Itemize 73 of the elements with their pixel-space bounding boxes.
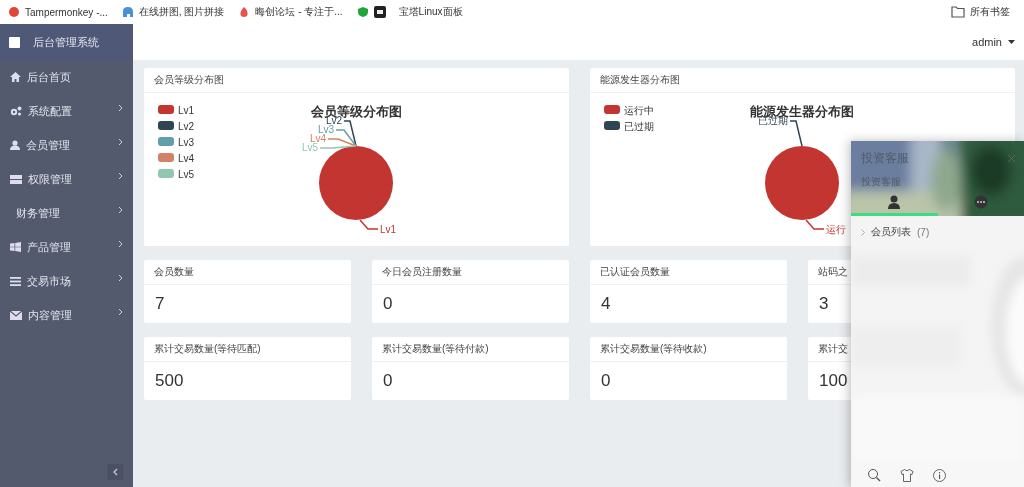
folder-icon [951,6,965,18]
stat-label: 累计交易数量(等待收款) [600,342,707,356]
caret-icon [1008,40,1015,44]
bookmark[interactable]: Tampermonkey -... [8,6,108,18]
menu-item[interactable]: 财务管理 [0,196,133,230]
legend-item[interactable]: 运行中 [604,105,654,116]
server-icon [10,174,22,184]
app-title: 后台管理系统 [33,34,99,50]
menu-item[interactable]: 会员管理 [0,128,133,162]
stat-value: 3 [819,294,829,314]
home-icon [10,72,21,82]
all-bookmarks-button[interactable]: 所有书签 [951,5,1010,19]
shield-icon [356,6,369,18]
chevron-right-icon [118,274,123,282]
chevron-right-icon [118,172,123,180]
stat-value: 4 [601,294,611,314]
windows-icon [10,242,21,252]
slice-label: Lv3 [317,124,334,135]
stat-label: 累计交易数量(等待付款) [382,342,489,356]
chevron-right-icon [118,206,123,214]
user-icon [10,140,20,150]
legend-item[interactable]: Lv4 [158,153,195,164]
bookmark[interactable]: 宝塔Linux面板 [356,5,463,19]
stat-value: 0 [383,371,393,391]
stat-label: 累计交易数量(等待匹配) [154,342,261,356]
stat-value: 100 [819,371,848,391]
search-icon[interactable] [867,468,881,482]
slice-label: Lv4 [309,133,326,144]
collapse-sidebar-button[interactable] [107,464,123,480]
card-title: 能源发生器分布图 [600,73,680,87]
chevron-right-icon [861,228,865,236]
list-icon [10,276,21,286]
stat-value: 0 [383,294,393,314]
flame-icon [238,6,251,18]
stat-label: 累计交 [818,342,848,356]
chevron-right-icon [118,104,123,112]
contact-group[interactable]: 会员列表 (7) [851,216,930,239]
menu-item[interactable]: 后台首页 [0,60,133,94]
legend-item[interactable]: Lv2 [158,121,195,132]
gears-icon [10,106,22,116]
stat-value: 7 [155,294,165,314]
legend-item[interactable]: Lv3 [158,137,195,148]
info-icon[interactable] [933,468,946,482]
slice-label: 运行 [826,224,846,235]
stat-label: 今日会员注册数量 [382,265,462,279]
chevron-right-icon [118,308,123,316]
chevron-right-icon [118,138,123,146]
chevron-left-icon [112,468,118,476]
bt-logo-icon [373,6,386,18]
slice-label: Lv1 [380,224,397,235]
legend-item[interactable]: Lv1 [158,105,195,116]
legend-item[interactable]: Lv5 [158,169,195,180]
menu-item[interactable]: 产品管理 [0,230,133,264]
user-menu[interactable]: admin [972,36,1015,48]
stat-value: 500 [155,371,184,391]
menu-item[interactable]: 内容管理 [0,298,133,332]
card-title: 会员等级分布图 [154,73,224,87]
bookmark[interactable]: 晦创论坛 - 专注于... [238,5,343,19]
menu-item[interactable]: 交易市场 [0,264,133,298]
menu-item[interactable]: 权限管理 [0,162,133,196]
menu-item[interactable]: 系统配置 [0,94,133,128]
stat-label: 会员数量 [154,265,194,279]
square-icon [9,36,20,48]
slice-label: Lv5 [301,142,318,153]
stat-label: 已认证会员数量 [600,265,670,279]
envelope-icon [10,310,22,320]
shirt-icon[interactable] [900,468,914,482]
stat-value: 0 [601,371,611,391]
stat-label: 站码之 [818,265,848,279]
legend-item[interactable]: 已过期 [604,121,654,132]
chevron-right-icon [118,240,123,248]
bookmark[interactable]: 在线拼图, 图片拼接 [121,5,225,19]
globe-icon [8,6,20,18]
